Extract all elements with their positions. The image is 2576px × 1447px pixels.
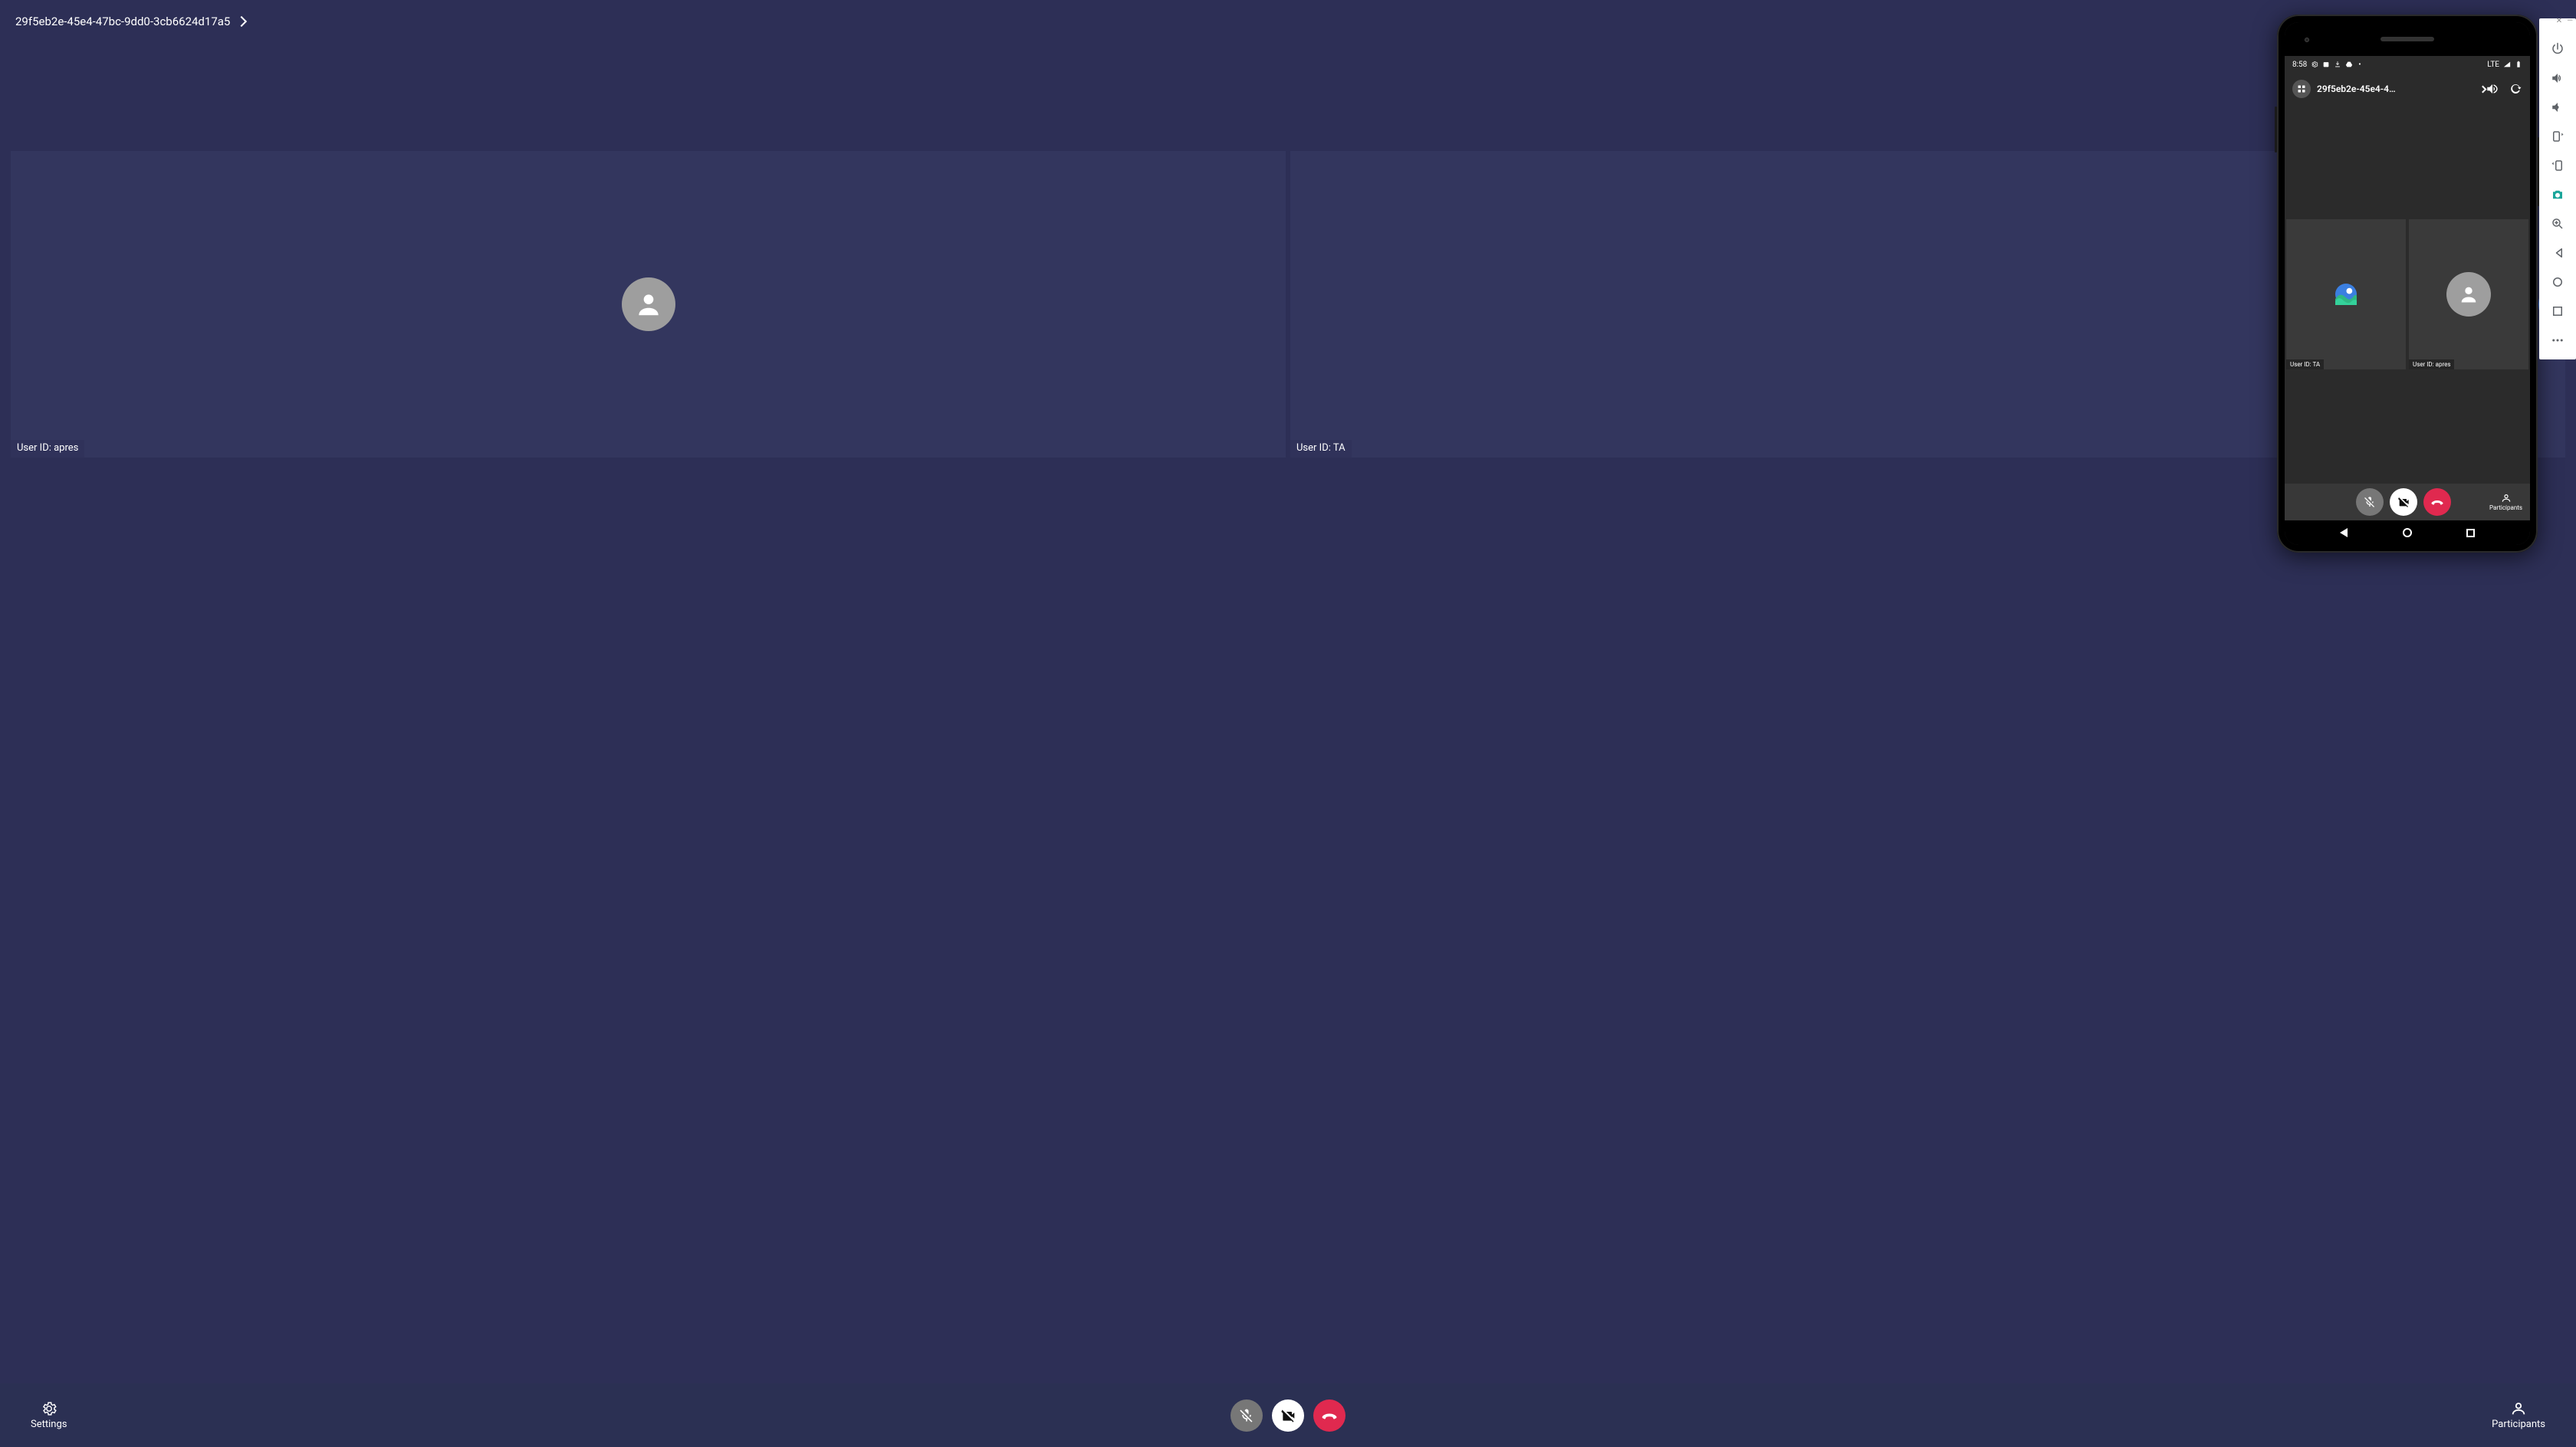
more-icon [2551, 333, 2564, 347]
emulator-home-button[interactable] [2548, 273, 2567, 291]
camera-button[interactable] [1272, 1399, 1304, 1432]
avatar-placeholder-icon [2446, 272, 2491, 317]
emulator-rotate-left-button[interactable] [2548, 127, 2567, 146]
call-id-text: 29f5eb2e-45e4-47bc-9dd0-3cb6624d17a5 [15, 15, 230, 28]
status-time: 8:58 [2292, 61, 2307, 69]
android-status-bar: 8:58 • LTE [2285, 56, 2530, 73]
phone-screen: 8:58 • LTE 29f5eb2e-45e4-4… [2285, 22, 2530, 545]
emulator-minimize-icon[interactable]: — [2567, 18, 2573, 25]
layout-button[interactable] [2292, 80, 2311, 98]
switch-camera-icon[interactable] [2509, 82, 2522, 96]
bottom-bar: Settings Participants [0, 1383, 2576, 1447]
emulator-power-button[interactable] [2548, 40, 2567, 58]
nav-back-icon[interactable] [2340, 528, 2348, 537]
emulator-rotate-right-button[interactable] [2548, 156, 2567, 175]
home-icon [2551, 275, 2564, 289]
phone-participants-label: Participants [2489, 504, 2522, 511]
gear-icon [41, 1400, 58, 1417]
avatar-placeholder-icon [622, 277, 675, 331]
phone-app-header: 29f5eb2e-45e4-4… [2285, 73, 2530, 105]
participants-button[interactable]: Participants [2492, 1400, 2545, 1430]
gear-icon [2311, 61, 2318, 68]
phone-video-tile[interactable]: User ID: TA [2286, 219, 2406, 369]
app-header: 29f5eb2e-45e4-47bc-9dd0-3cb6624d17a5 [0, 0, 2576, 43]
participants-label: Participants [2492, 1419, 2545, 1430]
nav-recents-icon[interactable] [2466, 529, 2475, 537]
emulator-zoom-button[interactable] [2548, 215, 2567, 233]
hangup-button[interactable] [1313, 1399, 1346, 1432]
phone-frame: 8:58 • LTE 29f5eb2e-45e4-4… [2277, 15, 2538, 553]
tile-label: User ID: apres [2409, 359, 2454, 369]
person-icon [2510, 1400, 2527, 1417]
volume-down-icon [2551, 100, 2564, 114]
overview-icon [2551, 304, 2564, 318]
emulator-back-button[interactable] [2548, 244, 2567, 262]
call-controls [1230, 1399, 1346, 1432]
hangup-icon [1322, 1408, 1337, 1423]
person-icon [2501, 493, 2512, 504]
tile-label: User ID: TA [1290, 440, 1352, 458]
drive-icon [2345, 61, 2353, 68]
gallery-avatar-icon [2324, 272, 2368, 317]
camera-icon [2551, 188, 2564, 202]
phone-call-id[interactable]: 29f5eb2e-45e4-4… [2317, 84, 2477, 94]
settings-button[interactable]: Settings [31, 1400, 67, 1430]
mic-off-icon [2364, 496, 2376, 508]
grid-icon [2297, 84, 2306, 94]
video-grid: User ID: apres User ID: TA [11, 151, 2565, 458]
power-icon [2551, 42, 2564, 56]
tile-label: User ID: TA [2286, 359, 2324, 369]
nav-home-icon[interactable] [2403, 528, 2412, 537]
rotate-right-icon [2551, 159, 2564, 172]
phone-video-grid: User ID: TA User ID: apres [2285, 219, 2530, 369]
emulator-more-button[interactable] [2548, 331, 2567, 349]
status-network: LTE [2487, 61, 2499, 69]
video-tile[interactable]: User ID: apres [11, 151, 1286, 458]
mute-button[interactable] [1230, 1399, 1263, 1432]
phone-bezel-top [2285, 22, 2530, 56]
camera-off-icon [1280, 1408, 1296, 1423]
phone-mute-button[interactable] [2356, 488, 2384, 516]
phone-video-tile[interactable]: User ID: apres [2409, 219, 2528, 369]
camera-off-icon [2397, 496, 2410, 508]
emulator-volume-up-button[interactable] [2548, 69, 2567, 87]
speaker-icon[interactable] [2486, 82, 2499, 96]
tile-label: User ID: apres [11, 440, 84, 458]
android-nav-bar [2285, 520, 2530, 545]
calendar-icon [2322, 61, 2330, 68]
settings-label: Settings [31, 1419, 67, 1430]
phone-video-area: User ID: TA User ID: apres [2285, 105, 2530, 484]
chevron-right-icon [236, 16, 247, 27]
back-icon [2551, 246, 2564, 260]
emulator-close-icon[interactable]: ✕ [2556, 18, 2562, 25]
emulator-toolbar: ✕ — [2539, 18, 2576, 359]
phone-camera-button[interactable] [2390, 488, 2417, 516]
download-icon [2334, 61, 2341, 68]
zoom-icon [2551, 217, 2564, 231]
call-title-row[interactable]: 29f5eb2e-45e4-47bc-9dd0-3cb6624d17a5 [15, 15, 245, 28]
mic-off-icon [1239, 1408, 1254, 1423]
battery-icon [2515, 61, 2522, 68]
phone-bottom-bar: Participants [2285, 484, 2530, 520]
phone-participants-button[interactable]: Participants [2489, 493, 2522, 511]
rotate-left-icon [2551, 130, 2564, 143]
phone-hangup-button[interactable] [2423, 488, 2451, 516]
volume-up-icon [2551, 71, 2564, 85]
emulator-volume-down-button[interactable] [2548, 98, 2567, 116]
hangup-icon [2431, 496, 2443, 508]
signal-icon [2503, 61, 2511, 68]
emulator-overview-button[interactable] [2548, 302, 2567, 320]
emulator-screenshot-button[interactable] [2548, 185, 2567, 204]
